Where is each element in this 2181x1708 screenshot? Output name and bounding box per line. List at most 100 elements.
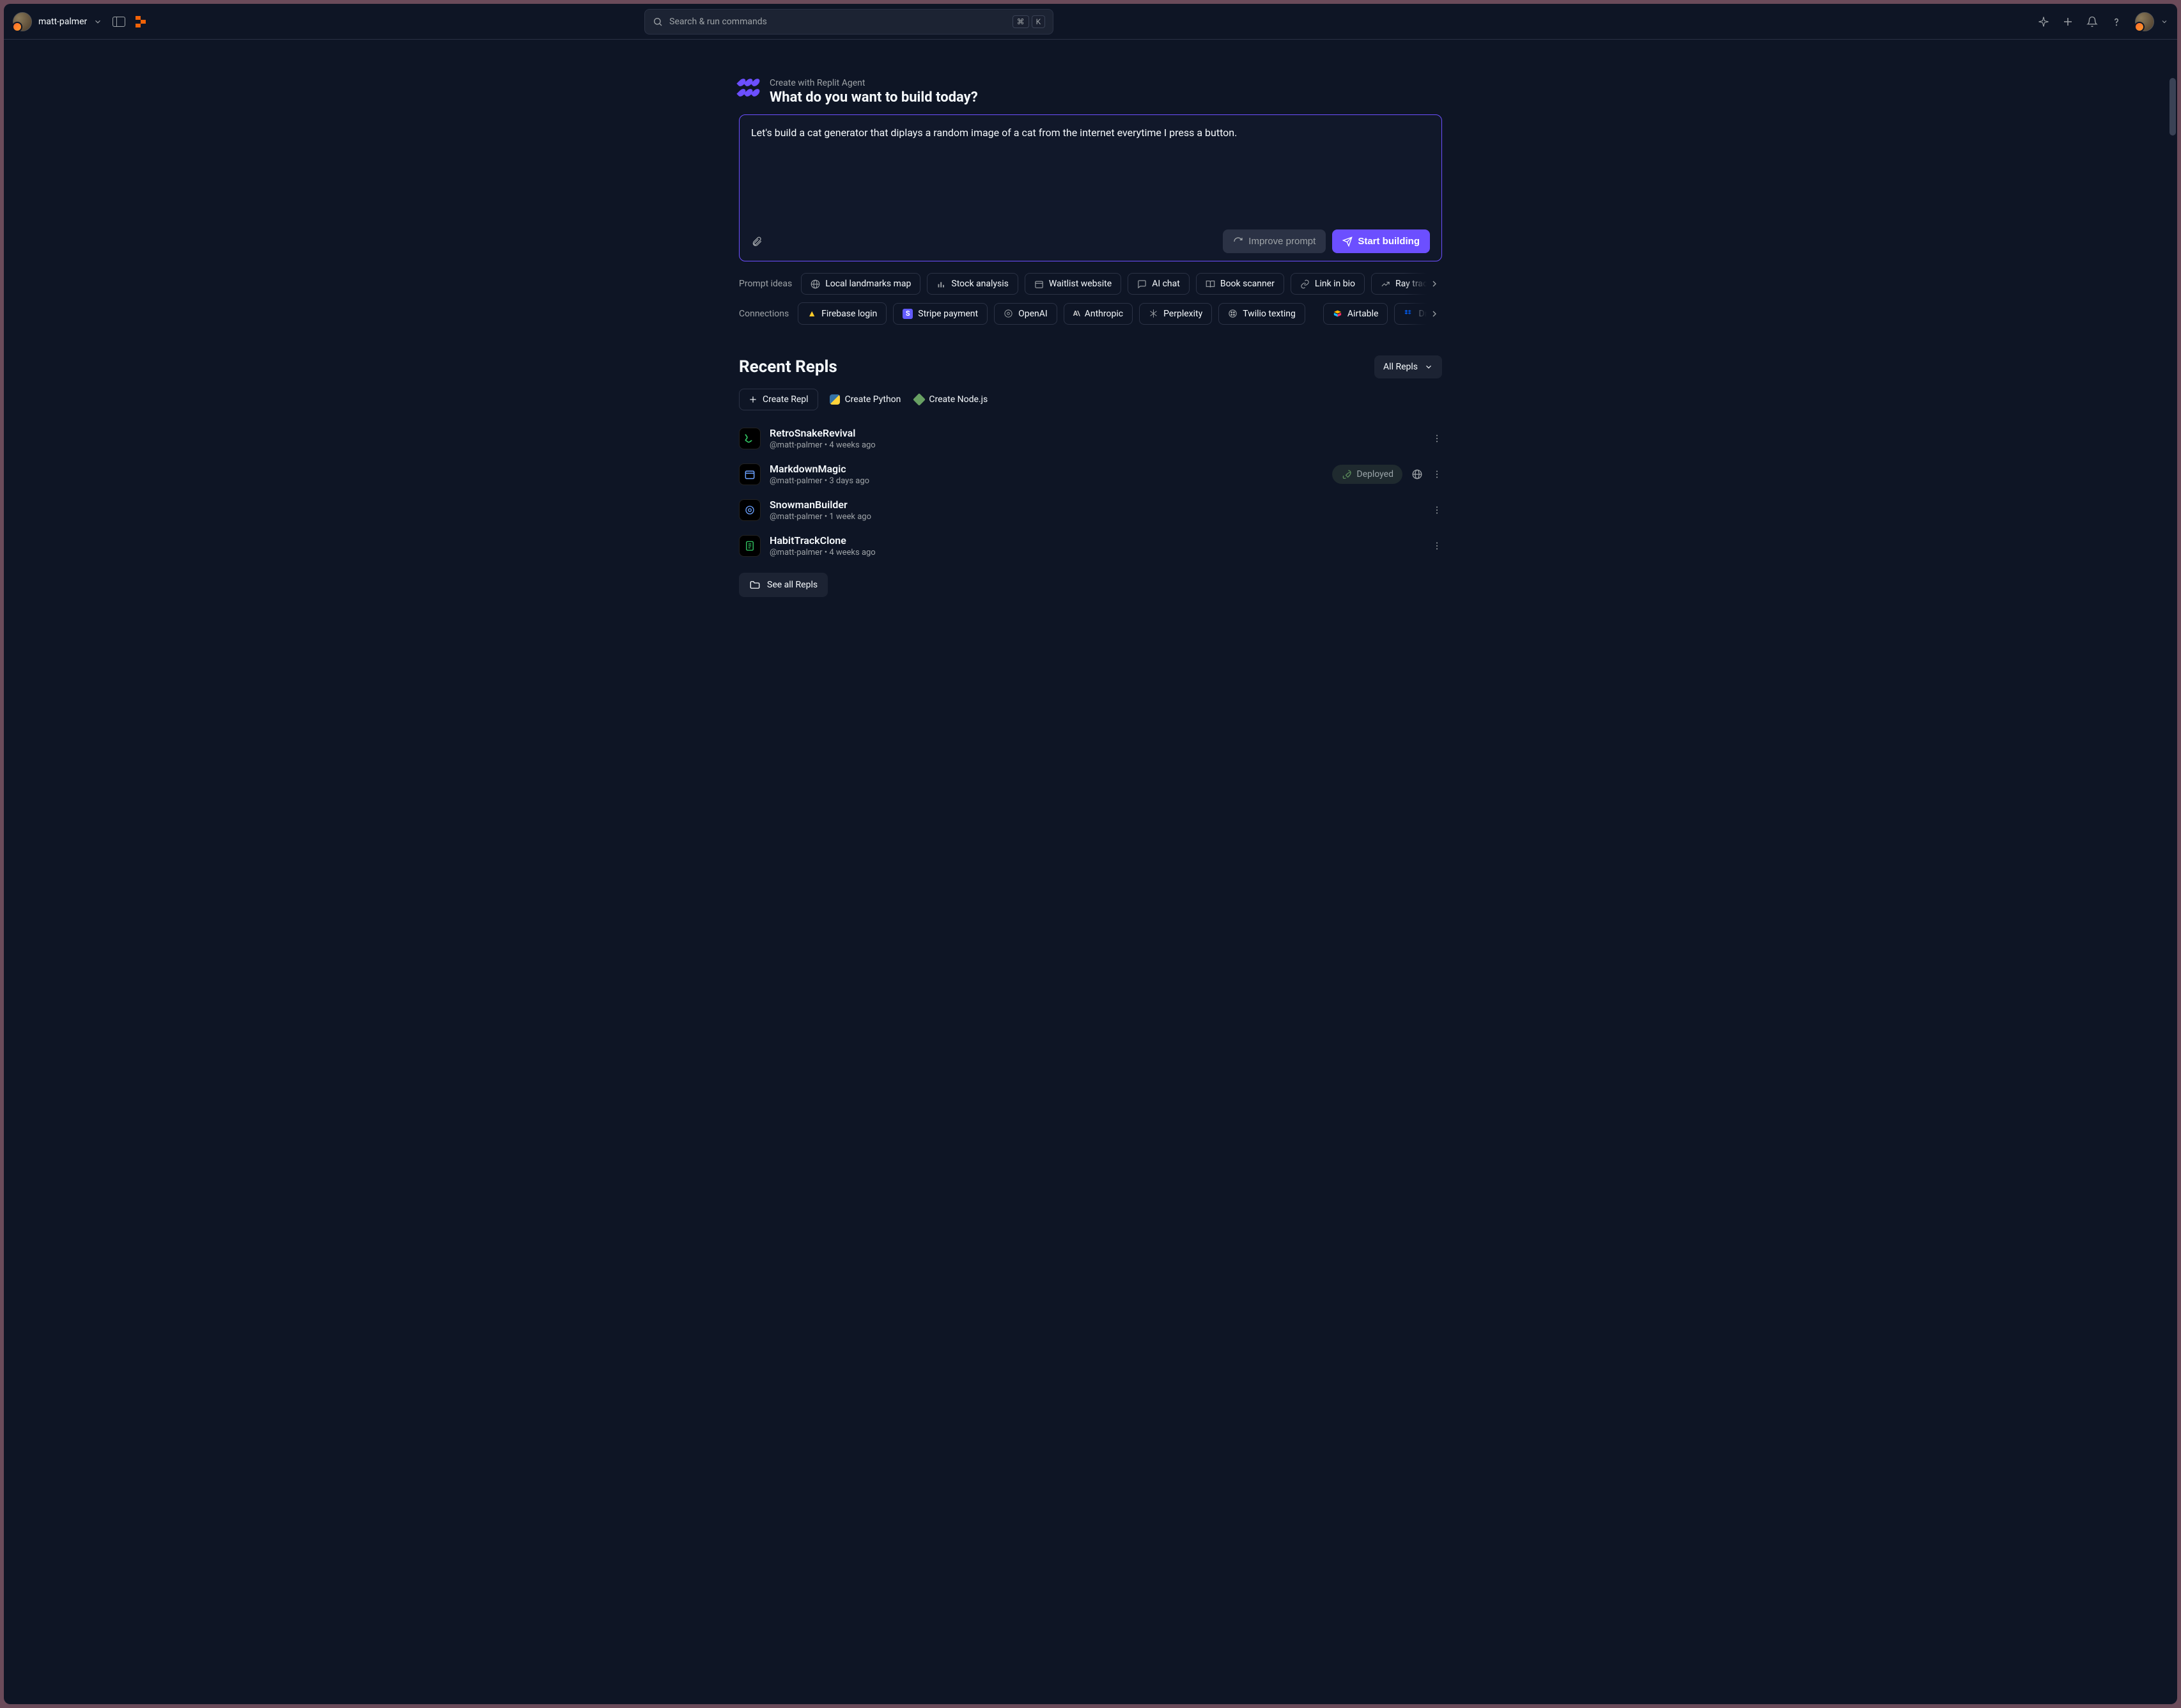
connection-firebase[interactable]: ▲Firebase login: [798, 302, 887, 325]
bell-icon: [2086, 16, 2098, 27]
connection-airtable[interactable]: Airtable: [1323, 303, 1388, 325]
repl-meta: @matt-palmer • 4 weeks ago: [770, 548, 1423, 557]
agent-logo-icon: [739, 78, 759, 98]
repl-menu-button[interactable]: [1432, 433, 1442, 444]
connection-twilio[interactable]: Twilio texting: [1218, 303, 1305, 325]
prompt-idea-ai-chat[interactable]: AI chat: [1128, 273, 1190, 295]
repls-filter[interactable]: All Repls: [1374, 355, 1442, 378]
prompt-idea-stock[interactable]: Stock analysis: [927, 273, 1018, 295]
panel-icon: [113, 17, 125, 27]
sparkle-icon: [2038, 16, 2049, 27]
prompt-idea-book[interactable]: Book scanner: [1196, 273, 1284, 295]
repl-item[interactable]: MarkdownMagic @matt-palmer • 3 days ago …: [739, 459, 1442, 490]
main-content: Create with Replit Agent What do you wan…: [4, 40, 2177, 1704]
replit-logo[interactable]: [136, 16, 147, 27]
panel-toggle-button[interactable]: [113, 17, 125, 27]
header: matt-palmer Search & run commands ⌘ K: [4, 4, 2177, 40]
chevron-down-icon: [93, 17, 102, 26]
new-button[interactable]: [2062, 16, 2074, 27]
repl-menu-button[interactable]: [1432, 541, 1442, 551]
create-node-button[interactable]: Create Node.js: [912, 389, 990, 410]
repl-name: RetroSnakeRevival: [770, 427, 1423, 439]
rocket-icon: [1341, 469, 1353, 480]
connection-stripe[interactable]: SStripe payment: [893, 303, 988, 325]
search-input[interactable]: Search & run commands ⌘ K: [644, 9, 1053, 35]
perplexity-icon: [1149, 309, 1158, 318]
user-avatar-menu[interactable]: [2135, 12, 2168, 31]
nodejs-icon: [913, 393, 926, 406]
calendar-icon: [1034, 279, 1044, 289]
repl-icon: [739, 428, 761, 449]
connection-perplexity[interactable]: Perplexity: [1139, 303, 1212, 325]
repl-name: MarkdownMagic: [770, 463, 1323, 475]
repl-meta: @matt-palmer • 3 days ago: [770, 476, 1323, 486]
recent-header: Recent Repls All Repls: [739, 355, 1442, 378]
avatar: [2135, 12, 2154, 31]
see-all-repls-button[interactable]: See all Repls: [739, 573, 828, 597]
chat-icon: [1137, 279, 1147, 289]
scrollbar[interactable]: [2169, 78, 2176, 136]
connection-anthropic[interactable]: A\Anthropic: [1064, 303, 1133, 325]
search-icon: [653, 17, 663, 27]
connection-openai[interactable]: OpenAI: [994, 303, 1057, 325]
attach-button[interactable]: [751, 236, 763, 247]
dots-icon: [1432, 469, 1442, 479]
folder-icon: [749, 579, 761, 591]
dots-icon: [1432, 505, 1442, 515]
paperclip-icon: [751, 236, 763, 247]
dots-icon: [1432, 433, 1442, 444]
bars-icon: [936, 279, 946, 289]
twilio-icon: [1228, 309, 1238, 318]
repl-icon: [739, 535, 761, 557]
repl-item[interactable]: SnowmanBuilder @matt-palmer • 1 week ago: [739, 495, 1442, 525]
prompt-ideas-row: Prompt ideas Local landmarks map Stock a…: [739, 273, 1442, 295]
globe-icon[interactable]: [1411, 469, 1423, 480]
chevron-right-icon[interactable]: [1429, 279, 1440, 289]
repl-item[interactable]: RetroSnakeRevival @matt-palmer • 4 weeks…: [739, 423, 1442, 454]
prompt-idea-waitlist[interactable]: Waitlist website: [1025, 273, 1121, 295]
create-repl-button[interactable]: Create Repl: [739, 389, 818, 410]
agent-header: Create with Replit Agent What do you wan…: [739, 78, 1442, 105]
refresh-icon: [1233, 237, 1243, 247]
username: matt-palmer: [38, 17, 87, 27]
recent-title: Recent Repls: [739, 357, 837, 377]
openai-icon: [1004, 309, 1013, 318]
avatar: [13, 12, 32, 31]
repl-meta: @matt-palmer • 4 weeks ago: [770, 440, 1423, 450]
agent-subtitle: Create with Replit Agent: [770, 78, 978, 88]
chevron-right-icon[interactable]: [1429, 309, 1440, 319]
dots-icon: [1432, 541, 1442, 551]
prompt-ideas-label: Prompt ideas: [739, 279, 792, 289]
connections-row: Connections ▲Firebase login SStripe paym…: [739, 302, 1442, 325]
plus-icon: [2062, 16, 2074, 27]
prompt-idea-local-landmarks[interactable]: Local landmarks map: [801, 273, 920, 295]
prompt-idea-link[interactable]: Link in bio: [1291, 273, 1365, 295]
prompt-box: Let's build a cat generator that diplays…: [739, 114, 1442, 261]
start-building-button[interactable]: Start building: [1332, 229, 1430, 253]
repl-menu-button[interactable]: [1432, 469, 1442, 479]
help-button[interactable]: [2111, 16, 2122, 27]
python-icon: [830, 394, 840, 405]
send-icon: [1342, 237, 1353, 247]
repl-item[interactable]: HabitTrackClone @matt-palmer • 4 weeks a…: [739, 531, 1442, 561]
create-row: Create Repl Create Python Create Node.js: [739, 389, 1442, 410]
prompt-input[interactable]: Let's build a cat generator that diplays…: [751, 125, 1430, 229]
repl-icon: [739, 463, 761, 485]
repl-icon: [739, 499, 761, 521]
chevron-down-icon: [1424, 362, 1433, 371]
dropbox-icon: [1404, 309, 1413, 318]
notifications-button[interactable]: [2086, 16, 2098, 27]
link-icon: [1300, 279, 1310, 289]
globe-icon: [811, 279, 820, 289]
user-menu[interactable]: matt-palmer: [13, 12, 102, 31]
repl-menu-button[interactable]: [1432, 505, 1442, 515]
create-python-button[interactable]: Create Python: [827, 389, 904, 410]
improve-prompt-button[interactable]: Improve prompt: [1223, 229, 1326, 253]
repl-name: SnowmanBuilder: [770, 499, 1423, 511]
plus-icon: [749, 395, 757, 404]
keyboard-shortcut: ⌘ K: [1013, 15, 1046, 28]
agent-title: What do you want to build today?: [770, 89, 978, 105]
repl-meta: @matt-palmer • 1 week ago: [770, 512, 1423, 522]
book-icon: [1206, 279, 1215, 289]
sparkle-button[interactable]: [2038, 16, 2049, 27]
